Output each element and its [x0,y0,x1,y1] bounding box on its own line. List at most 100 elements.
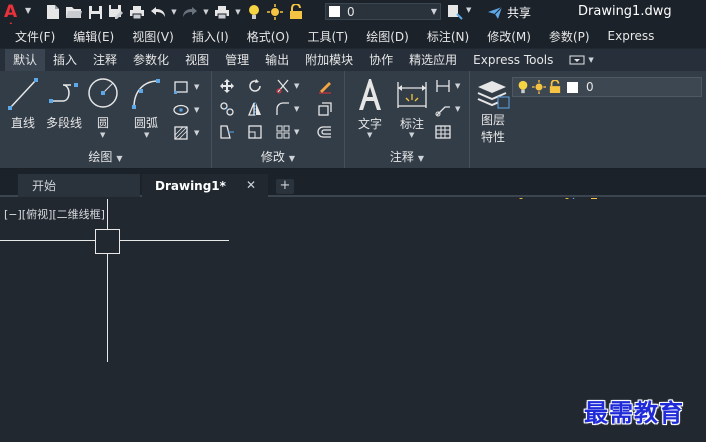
explode-icon[interactable] [317,101,333,117]
close-icon[interactable]: ✕ [246,178,256,192]
stretch-icon[interactable] [219,124,235,140]
application-menu-chevron-icon[interactable]: ▼ [25,6,31,15]
menu-view[interactable]: 视图(V) [132,28,174,45]
menu-dimension[interactable]: 标注(N) [427,28,469,45]
layer-state-dropdown[interactable]: 0 [512,77,702,97]
line-icon [8,78,38,110]
print-icon[interactable] [128,3,146,21]
new-tab-button[interactable]: + [276,179,294,194]
tab-manage[interactable]: 管理 [217,49,257,71]
tab-annotate[interactable]: 注释 [85,49,125,71]
tab-addins[interactable]: 附加模块 [297,49,361,71]
open-folder-icon[interactable] [65,3,83,21]
tab-collaborate[interactable]: 协作 [361,49,401,71]
move-icon[interactable] [219,78,235,94]
leader-chevron-icon[interactable]: ▼ [455,105,460,113]
modify-panel-title[interactable]: 修改 ▼ [212,148,344,165]
leader-icon[interactable] [435,101,451,117]
plot-chevron-icon[interactable]: ▼ [234,3,242,21]
menu-express[interactable]: Express [608,29,655,43]
ellipse-chevron-icon[interactable]: ▼ [194,106,199,114]
linear-dimension-icon[interactable] [435,78,451,94]
rectangle-icon[interactable] [173,79,189,95]
hatch-icon[interactable] [173,125,189,141]
scale-icon[interactable] [247,124,263,140]
tab-start[interactable]: 开始 [18,174,140,197]
layer-properties-label-1: 图层 [480,113,505,127]
text-tool[interactable]: 文字 [354,76,386,132]
viewport-controls[interactable]: [−][俯视][二维线框] [4,206,105,222]
menu-insert[interactable]: 插入(I) [192,28,229,45]
trim-chevron-icon[interactable]: ▼ [294,82,299,90]
menu-edit[interactable]: 编辑(E) [73,28,114,45]
tab-drawing1-label: Drawing1* [155,178,226,193]
save-as-icon[interactable] [107,3,125,21]
rotate-icon[interactable] [247,78,263,94]
layer-states-icon[interactable] [447,4,463,20]
rectangle-chevron-icon[interactable]: ▼ [194,83,199,91]
mirror-icon[interactable] [247,101,263,117]
layer-thaw-sun-icon[interactable] [266,3,284,21]
offset-icon[interactable] [317,124,333,140]
arc-chevron-icon[interactable]: ▼ [144,131,149,139]
ellipse-icon[interactable] [173,102,189,118]
draw-panel-title-label: 绘图 [88,150,113,164]
undo-chevron-icon[interactable]: ▼ [170,3,178,21]
menu-modify[interactable]: 修改(M) [487,28,531,45]
customize-qat-chevron-icon[interactable]: ▼ [466,6,471,14]
menu-file[interactable]: 文件(F) [15,28,55,45]
menu-parametric[interactable]: 参数(P) [549,28,590,45]
text-chevron-icon[interactable]: ▼ [367,131,372,139]
array-chevron-icon[interactable]: ▼ [294,128,299,136]
tab-output[interactable]: 输出 [257,49,297,71]
circle-tool[interactable]: 圆 [86,77,120,131]
trim-icon[interactable] [275,78,291,94]
plot-icon[interactable] [213,3,231,21]
layer-color-swatch [329,6,340,17]
modify-panel: ▼ ▼ ▼ 修改 ▼ [212,71,345,168]
tab-parametric[interactable]: 参数化 [125,49,177,71]
tab-default[interactable]: 默认 [5,49,46,71]
tab-featured-apps[interactable]: 精选应用 [401,49,465,71]
dimension-chevron-icon[interactable]: ▼ [409,131,414,139]
layer-dropdown[interactable]: 0 ▼ [325,3,441,20]
copy-icon[interactable] [219,101,235,117]
annotation-panel-title[interactable]: 注释 ▼ [345,148,469,165]
tab-view[interactable]: 视图 [177,49,217,71]
fillet-chevron-icon[interactable]: ▼ [294,105,299,113]
save-icon[interactable] [86,3,104,21]
menu-tools[interactable]: 工具(T) [308,28,349,45]
menu-draw[interactable]: 绘图(D) [366,28,409,45]
erase-icon[interactable] [317,78,333,94]
polyline-tool[interactable]: 多段线 [43,77,85,131]
circle-chevron-icon[interactable]: ▼ [100,131,105,139]
autocad-logo-icon[interactable]: A [4,2,22,22]
tab-express-tools[interactable]: Express Tools [465,49,561,71]
redo-icon[interactable] [181,3,199,21]
arc-tool[interactable]: 圆弧 [128,77,164,131]
redo-chevron-icon[interactable]: ▼ [202,3,210,21]
tab-start-label: 开始 [32,179,57,193]
layer-properties-tool[interactable]: 图层 特性 [476,77,510,145]
polyline-icon [49,83,78,103]
menu-format[interactable]: 格式(O) [247,28,290,45]
dimension-tool[interactable]: 标注 [395,76,429,132]
array-icon[interactable] [275,124,291,140]
line-tool[interactable]: 直线 [6,77,40,131]
ribbon-minimize-button[interactable]: ▼ [569,54,599,66]
ribbon-panel-area: 直线 多段线 圆 ▼ 圆弧 ▼ ▼ ▼ ▼ 绘图 ▼ ▼ ▼ ▼ 修改 ▼ 文字… [0,71,706,239]
hatch-chevron-icon[interactable]: ▼ [194,129,199,137]
share-button[interactable]: 共享 [487,4,531,21]
text-a-icon [359,79,381,110]
undo-icon[interactable] [149,3,167,21]
layer-on-bulb-icon[interactable] [245,3,263,21]
layer-lock-icon[interactable] [287,3,305,21]
draw-panel-title[interactable]: 绘图 ▼ [0,148,211,165]
table-icon[interactable] [435,124,451,140]
linear-dimension-chevron-icon[interactable]: ▼ [455,82,460,90]
new-file-icon[interactable] [44,3,62,21]
tab-drawing1[interactable]: Drawing1* ✕ [142,174,268,197]
fillet-icon[interactable] [275,101,291,117]
chevron-down-icon: ▼ [430,7,437,16]
tab-insert[interactable]: 插入 [45,49,85,71]
